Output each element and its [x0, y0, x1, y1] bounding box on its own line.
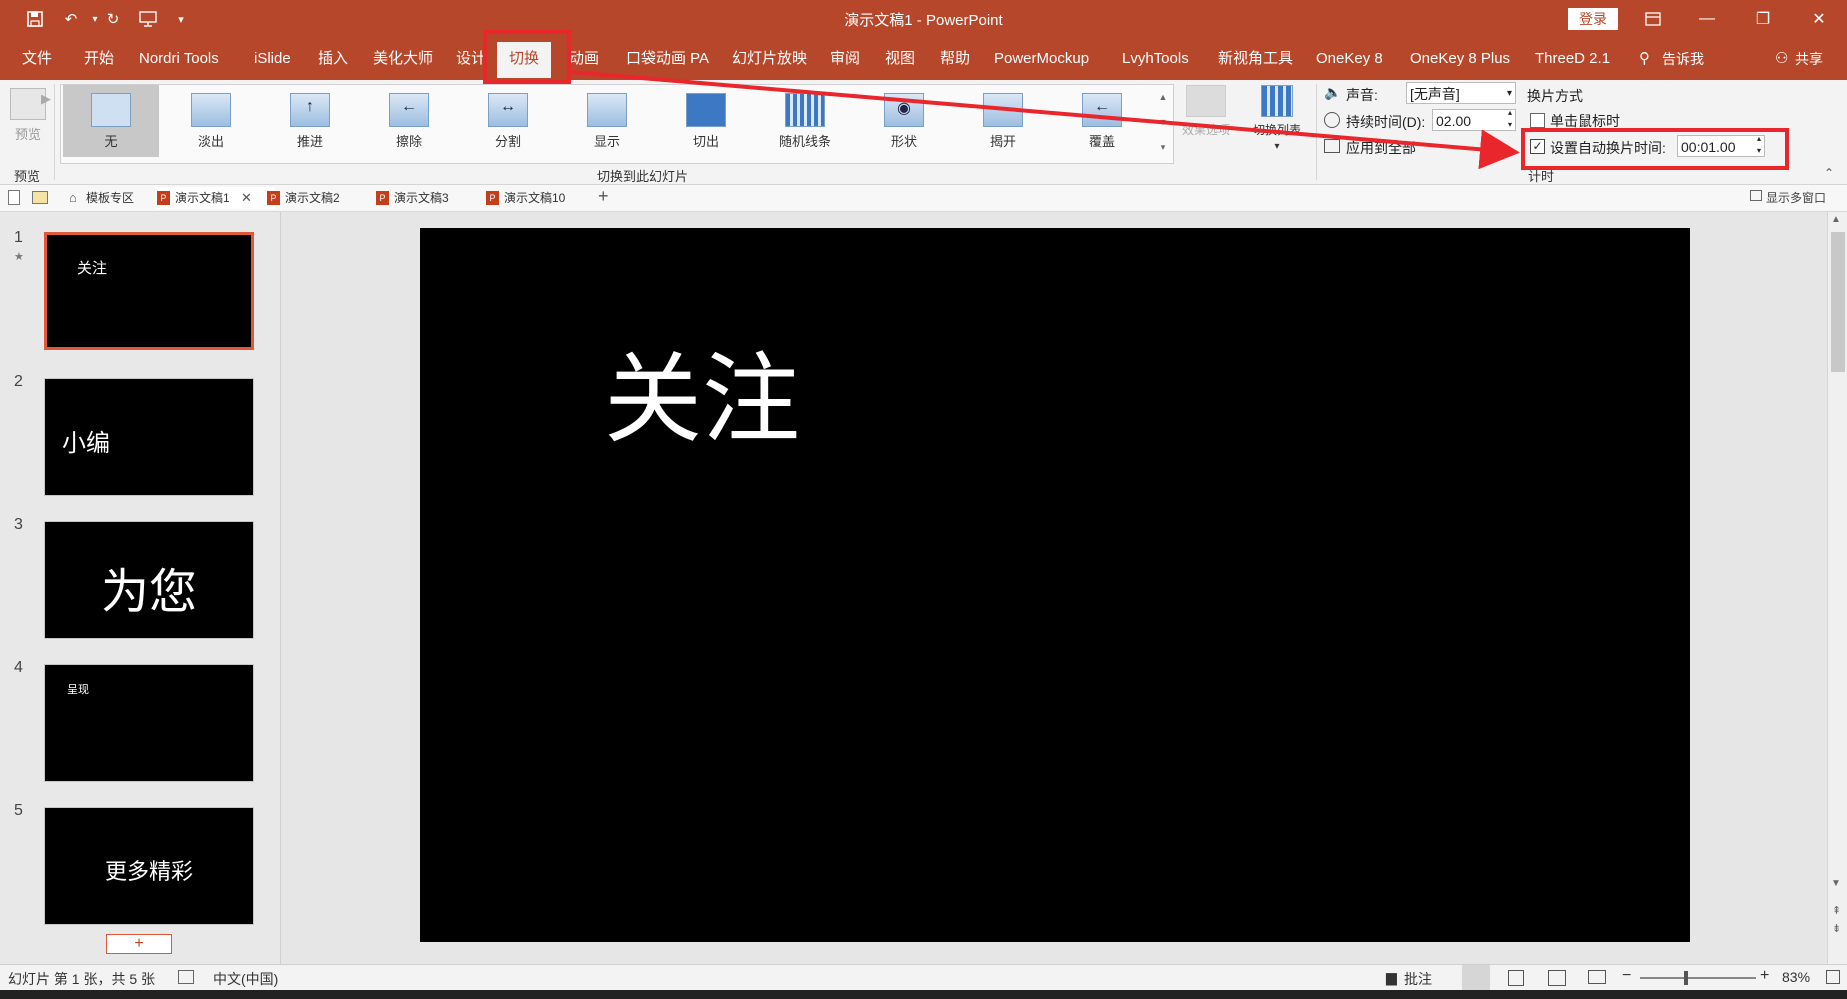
annotation-arrow	[570, 70, 1520, 170]
